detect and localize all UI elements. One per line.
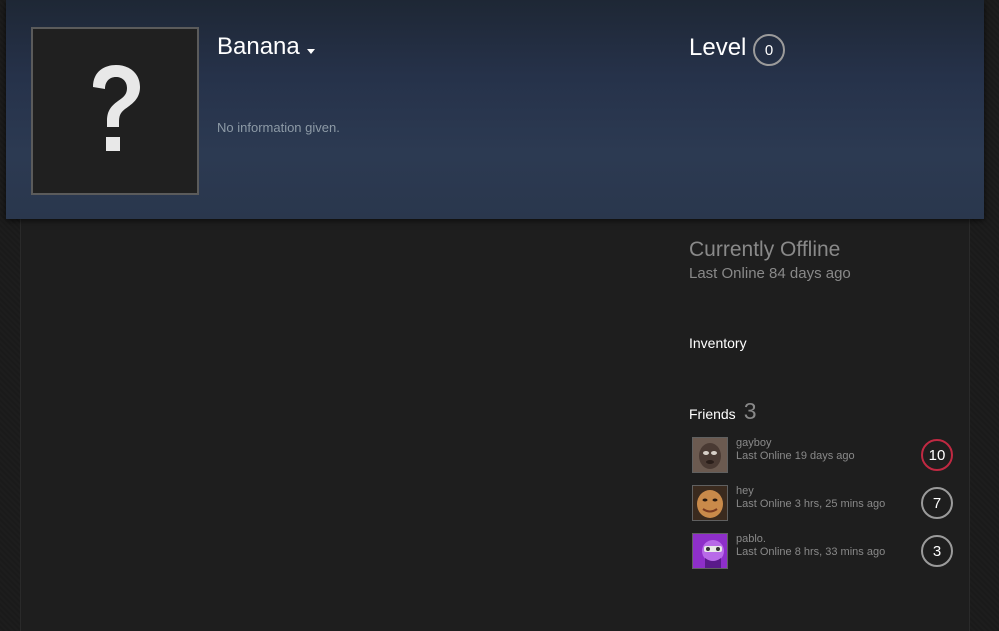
friend-avatar-image [693,534,727,568]
friend-status: Last Online 3 hrs, 25 mins ago [736,498,886,510]
online-status-title: Currently Offline [689,238,841,261]
chevron-down-icon[interactable] [306,48,315,54]
persona-name-text: Banana [217,33,300,60]
friend-name[interactable]: gayboy [736,437,771,449]
friend-avatar[interactable] [692,533,728,569]
friend-row-pablo[interactable]: pablo. Last Online 8 hrs, 33 mins ago 3 [692,533,954,571]
friend-status: Last Online 19 days ago [736,450,855,462]
profile-avatar[interactable] [31,27,199,195]
friend-avatar[interactable] [692,437,728,473]
friend-status: Last Online 8 hrs, 33 mins ago [736,546,886,558]
inventory-link[interactable]: Inventory [689,335,747,351]
friend-row-gayboy[interactable]: gayboy Last Online 19 days ago 10 [692,437,954,475]
friend-row-hey[interactable]: hey Last Online 3 hrs, 25 mins ago 7 [692,485,954,523]
level-badge[interactable]: 0 [753,34,785,66]
level-label: Level [689,34,747,61]
friend-avatar-image [693,438,727,472]
friend-level-badge: 7 [921,487,953,519]
friend-level-badge: 3 [921,535,953,567]
friend-name[interactable]: hey [736,485,754,497]
persona-name[interactable]: Banana [217,33,315,61]
friends-header[interactable]: Friends 3 [689,398,756,425]
profile-summary: No information given. [217,120,340,135]
profile-header: Banana No information given. Level 0 [6,0,984,219]
last-online-text: Last Online 84 days ago [689,265,851,282]
friend-avatar-image [693,486,727,520]
friend-name[interactable]: pablo. [736,533,766,545]
friend-level-badge: 10 [921,439,953,471]
friend-avatar[interactable] [692,485,728,521]
question-mark-icon [93,65,140,151]
friends-count[interactable]: 3 [744,398,757,425]
friends-label[interactable]: Friends [689,406,736,422]
